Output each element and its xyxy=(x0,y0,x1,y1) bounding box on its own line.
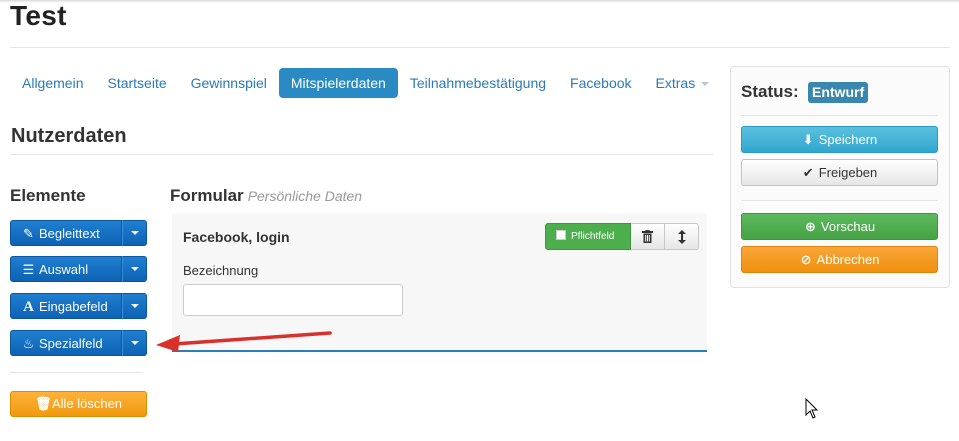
section-title: Nutzerdaten xyxy=(11,125,127,147)
button-label: Speichern xyxy=(818,132,878,147)
button-label: Pflichtfeld xyxy=(571,231,615,242)
button-label: Auswahl xyxy=(39,262,89,277)
tab-label: Startseite xyxy=(107,75,167,91)
tab-label: Gewinnspiel xyxy=(190,75,267,91)
annotation-arrow-icon xyxy=(156,331,332,352)
form-title-text: Formular xyxy=(170,186,244,205)
add-spezialfeld-button[interactable]: ♨ Spezialfeld xyxy=(10,330,122,356)
save-button[interactable]: ⬇ Speichern xyxy=(741,126,938,153)
auswahl-dropdown-toggle[interactable] xyxy=(122,256,147,282)
begleittext-dropdown-toggle[interactable] xyxy=(122,220,147,246)
form-title: Formular Persönliche Daten xyxy=(170,186,362,206)
bezeichnung-input[interactable] xyxy=(183,284,403,316)
list-icon: ☰ xyxy=(22,262,35,277)
status-panel: Status: Entwurf ⬇ Speichern ✔ Freigeben ⊕ V… xyxy=(730,66,950,288)
window-top-edge xyxy=(0,0,959,3)
add-begleittext-button[interactable]: ✎ Begleittext xyxy=(10,220,122,246)
caret-down-icon xyxy=(130,341,139,345)
field-title: Facebook, login xyxy=(183,229,290,245)
tab-label: Teilnahmebestätigung xyxy=(409,75,547,91)
vertical-resize-icon xyxy=(677,229,686,244)
panel-divider xyxy=(741,115,938,116)
field-controls: Pflichtfeld xyxy=(545,223,699,250)
button-label: Vorschau xyxy=(820,219,876,234)
begleittext-button-group: ✎ Begleittext xyxy=(10,220,147,246)
elements-divider xyxy=(10,372,143,373)
tab-label: Mitspielerdaten xyxy=(290,75,386,91)
delete-all-button[interactable]: 🗑Alle löschen xyxy=(10,391,147,417)
eingabefeld-dropdown-toggle[interactable] xyxy=(122,293,147,319)
eingabefeld-button-group: A Eingabefeld xyxy=(10,293,147,319)
trash-icon: 🗑 xyxy=(34,396,52,411)
caret-down-icon xyxy=(130,231,139,235)
tab-label: Facebook xyxy=(570,75,632,91)
panel-divider xyxy=(741,200,938,201)
status-badge: Entwurf xyxy=(808,82,869,103)
field-label: Bezeichnung xyxy=(183,263,259,278)
mouse-cursor-icon xyxy=(805,398,819,419)
tab-facebook[interactable]: Facebook xyxy=(558,68,643,98)
tab-gewinnspiel[interactable]: Gewinnspiel xyxy=(179,68,279,98)
add-eingabefeld-button[interactable]: A Eingabefeld xyxy=(10,293,122,319)
trash-icon xyxy=(642,230,653,243)
ban-icon: ⊘ xyxy=(800,252,812,267)
button-label: Spezialfeld xyxy=(39,336,103,351)
pencil-icon: ✎ xyxy=(23,226,34,241)
tab-mitspielerdaten[interactable]: Mitspielerdaten xyxy=(278,68,398,98)
download-icon: ⬇ xyxy=(802,132,814,147)
button-label: Begleittext xyxy=(39,226,100,241)
tab-extras[interactable]: Extras xyxy=(644,68,722,98)
caret-down-icon xyxy=(701,82,710,87)
cancel-button[interactable]: ⊘ Abbrechen xyxy=(741,246,938,273)
page-title: Test xyxy=(10,0,67,31)
status-label: Status: xyxy=(741,82,799,101)
move-field-handle[interactable] xyxy=(665,223,699,250)
fire-icon: ♨ xyxy=(22,336,35,351)
delete-field-button[interactable] xyxy=(631,223,665,250)
button-label: Abbrechen xyxy=(816,252,880,267)
tab-label: Allgemein xyxy=(22,75,84,91)
spezialfeld-button-group: ♨ Spezialfeld xyxy=(10,330,147,356)
caret-down-icon xyxy=(130,267,139,271)
tab-teilnahmebestaetigung[interactable]: Teilnahmebestätigung xyxy=(398,68,558,98)
add-auswahl-button[interactable]: ☰ Auswahl xyxy=(10,256,122,282)
elements-title: Elemente xyxy=(10,186,86,205)
auswahl-button-group: ☰ Auswahl xyxy=(10,256,147,282)
zoom-in-icon: ⊕ xyxy=(804,219,816,234)
release-button[interactable]: ✔ Freigeben xyxy=(741,159,938,186)
button-label: Alle löschen xyxy=(51,396,123,411)
button-label: Freigeben xyxy=(818,165,878,180)
tab-startseite[interactable]: Startseite xyxy=(95,68,178,98)
tab-allgemein[interactable]: Allgemein xyxy=(10,68,95,98)
checkmark-icon: ✔ xyxy=(802,165,814,180)
button-label: Eingabefeld xyxy=(39,299,108,314)
caret-down-icon xyxy=(130,304,139,308)
checkbox-icon xyxy=(556,230,566,240)
form-subtitle: Persönliche Daten xyxy=(247,188,363,204)
font-icon: A xyxy=(23,299,34,315)
preview-button[interactable]: ⊕ Vorschau xyxy=(741,213,938,240)
tab-bar: Allgemein Startseite Gewinnspiel Mitspie… xyxy=(10,68,721,98)
section-divider xyxy=(10,154,713,155)
tab-label: Extras xyxy=(655,75,696,91)
title-divider xyxy=(10,47,950,48)
required-toggle-button[interactable]: Pflichtfeld xyxy=(545,223,631,250)
spezialfeld-dropdown-toggle[interactable] xyxy=(122,330,147,356)
